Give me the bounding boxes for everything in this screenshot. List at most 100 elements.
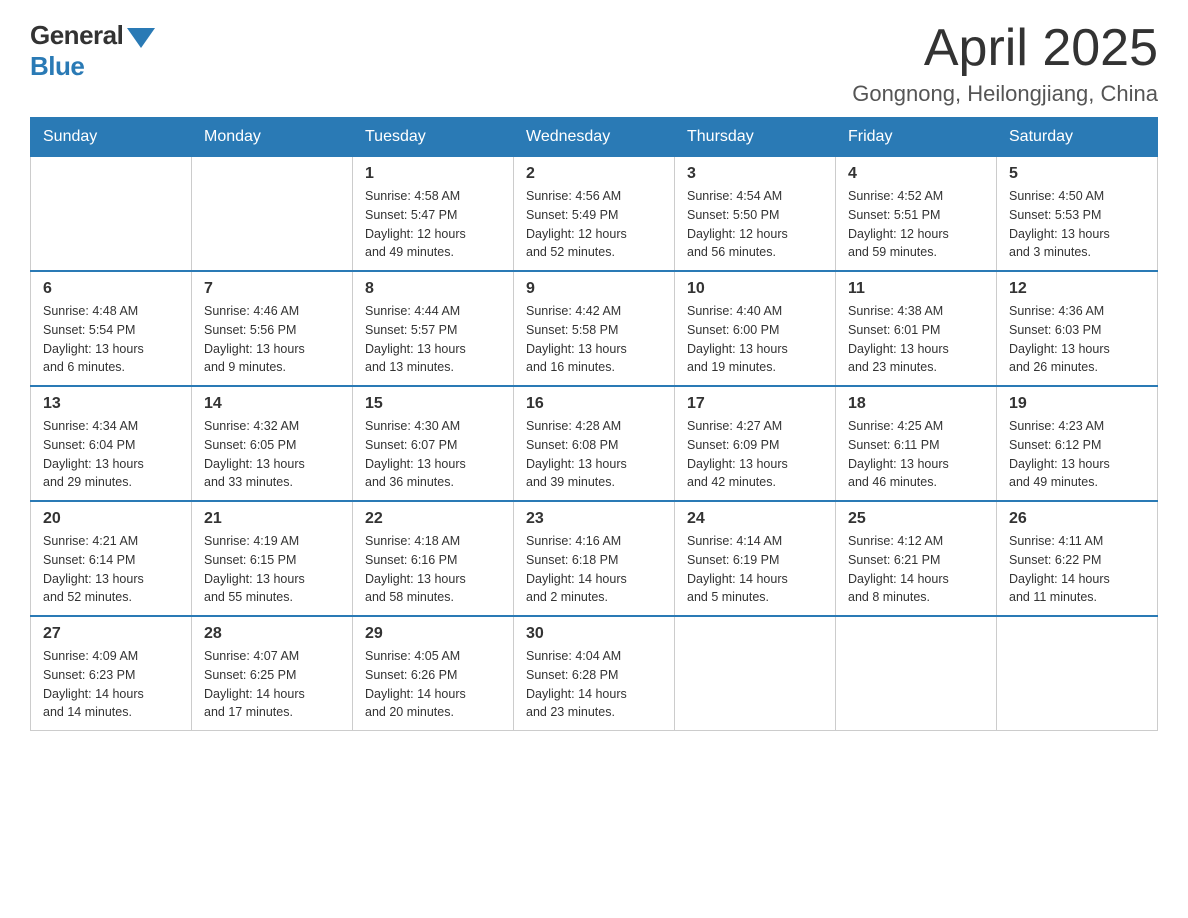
calendar-cell: 24 Sunrise: 4:14 AM Sunset: 6:19 PM Dayli… bbox=[675, 501, 836, 616]
calendar-header-sunday: Sunday bbox=[31, 118, 192, 157]
week-row-2: 6 Sunrise: 4:48 AM Sunset: 5:54 PM Daylig… bbox=[31, 271, 1158, 386]
week-row-4: 20 Sunrise: 4:21 AM Sunset: 6:14 PM Dayli… bbox=[31, 501, 1158, 616]
day-info: Sunrise: 4:28 AM Sunset: 6:08 PM Dayligh… bbox=[526, 417, 662, 492]
day-number: 9 bbox=[526, 280, 662, 298]
calendar-header-wednesday: Wednesday bbox=[514, 118, 675, 157]
day-info: Sunrise: 4:11 AM Sunset: 6:22 PM Dayligh… bbox=[1009, 532, 1145, 607]
day-number: 1 bbox=[365, 165, 501, 183]
day-number: 27 bbox=[43, 625, 179, 643]
calendar-cell: 23Sunrise: 4:16 AM Sunset: 6:18 PM Dayli… bbox=[514, 501, 675, 616]
day-info: Sunrise: 4:46 AM Sunset: 5:56 PM Dayligh… bbox=[204, 302, 340, 377]
day-info: Sunrise: 4:44 AM Sunset: 5:57 PM Dayligh… bbox=[365, 302, 501, 377]
day-number: 29 bbox=[365, 625, 501, 643]
day-info: Sunrise: 4:18 AM Sunset: 6:16 PM Dayligh… bbox=[365, 532, 501, 607]
day-info: Sunrise: 4:16 AM Sunset: 6:18 PM Dayligh… bbox=[526, 532, 662, 607]
day-info: Sunrise: 4:36 AM Sunset: 6:03 PM Dayligh… bbox=[1009, 302, 1145, 377]
day-number: 20 bbox=[43, 510, 179, 528]
day-info: Sunrise: 4:32 AM Sunset: 6:05 PM Dayligh… bbox=[204, 417, 340, 492]
day-number: 16 bbox=[526, 395, 662, 413]
day-info: Sunrise: 4:56 AM Sunset: 5:49 PM Dayligh… bbox=[526, 187, 662, 262]
calendar-cell: 12 Sunrise: 4:36 AM Sunset: 6:03 PM Dayli… bbox=[997, 271, 1158, 386]
day-number: 7 bbox=[204, 280, 340, 298]
day-info: Sunrise: 4:07 AM Sunset: 6:25 PM Dayligh… bbox=[204, 647, 340, 722]
day-number: 14 bbox=[204, 395, 340, 413]
day-number: 3 bbox=[687, 165, 823, 183]
calendar-cell bbox=[675, 616, 836, 731]
day-info: Sunrise: 4:48 AM Sunset: 5:54 PM Dayligh… bbox=[43, 302, 179, 377]
day-info: Sunrise: 4:52 AM Sunset: 5:51 PM Dayligh… bbox=[848, 187, 984, 262]
calendar-header-saturday: Saturday bbox=[997, 118, 1158, 157]
calendar-header-thursday: Thursday bbox=[675, 118, 836, 157]
calendar-cell: 18 Sunrise: 4:25 AM Sunset: 6:11 PM Dayli… bbox=[836, 386, 997, 501]
day-number: 22 bbox=[365, 510, 501, 528]
day-number: 2 bbox=[526, 165, 662, 183]
calendar-cell: 3 Sunrise: 4:54 AM Sunset: 5:50 PM Daylig… bbox=[675, 157, 836, 272]
day-number: 19 bbox=[1009, 395, 1145, 413]
calendar-cell: 13Sunrise: 4:34 AM Sunset: 6:04 PM Dayli… bbox=[31, 386, 192, 501]
day-info: Sunrise: 4:54 AM Sunset: 5:50 PM Dayligh… bbox=[687, 187, 823, 262]
calendar-cell: 4 Sunrise: 4:52 AM Sunset: 5:51 PM Daylig… bbox=[836, 157, 997, 272]
calendar-cell: 28 Sunrise: 4:07 AM Sunset: 6:25 PM Dayli… bbox=[192, 616, 353, 731]
calendar-table: SundayMondayTuesdayWednesdayThursdayFrid… bbox=[30, 117, 1158, 731]
day-info: Sunrise: 4:05 AM Sunset: 6:26 PM Dayligh… bbox=[365, 647, 501, 722]
logo-blue-text: Blue bbox=[30, 51, 84, 82]
day-info: Sunrise: 4:42 AM Sunset: 5:58 PM Dayligh… bbox=[526, 302, 662, 377]
day-number: 26 bbox=[1009, 510, 1145, 528]
calendar-header-monday: Monday bbox=[192, 118, 353, 157]
calendar-cell bbox=[31, 157, 192, 272]
day-number: 5 bbox=[1009, 165, 1145, 183]
day-info: Sunrise: 4:25 AM Sunset: 6:11 PM Dayligh… bbox=[848, 417, 984, 492]
week-row-1: 1Sunrise: 4:58 AM Sunset: 5:47 PM Daylig… bbox=[31, 157, 1158, 272]
calendar-cell: 27Sunrise: 4:09 AM Sunset: 6:23 PM Dayli… bbox=[31, 616, 192, 731]
day-info: Sunrise: 4:12 AM Sunset: 6:21 PM Dayligh… bbox=[848, 532, 984, 607]
day-number: 11 bbox=[848, 280, 984, 298]
day-number: 17 bbox=[687, 395, 823, 413]
calendar-cell: 26 Sunrise: 4:11 AM Sunset: 6:22 PM Dayli… bbox=[997, 501, 1158, 616]
day-info: Sunrise: 4:19 AM Sunset: 6:15 PM Dayligh… bbox=[204, 532, 340, 607]
calendar-cell: 7 Sunrise: 4:46 AM Sunset: 5:56 PM Daylig… bbox=[192, 271, 353, 386]
calendar-cell: 2 Sunrise: 4:56 AM Sunset: 5:49 PM Daylig… bbox=[514, 157, 675, 272]
calendar-cell: 29 Sunrise: 4:05 AM Sunset: 6:26 PM Dayli… bbox=[353, 616, 514, 731]
day-number: 12 bbox=[1009, 280, 1145, 298]
day-info: Sunrise: 4:14 AM Sunset: 6:19 PM Dayligh… bbox=[687, 532, 823, 607]
calendar-cell bbox=[192, 157, 353, 272]
calendar-cell: 9 Sunrise: 4:42 AM Sunset: 5:58 PM Daylig… bbox=[514, 271, 675, 386]
day-number: 4 bbox=[848, 165, 984, 183]
calendar-cell: 22 Sunrise: 4:18 AM Sunset: 6:16 PM Dayli… bbox=[353, 501, 514, 616]
day-info: Sunrise: 4:04 AM Sunset: 6:28 PM Dayligh… bbox=[526, 647, 662, 722]
day-number: 28 bbox=[204, 625, 340, 643]
calendar-cell: 14 Sunrise: 4:32 AM Sunset: 6:05 PM Dayli… bbox=[192, 386, 353, 501]
calendar-cell: 17 Sunrise: 4:27 AM Sunset: 6:09 PM Dayli… bbox=[675, 386, 836, 501]
calendar-cell: 5 Sunrise: 4:50 AM Sunset: 5:53 PM Daylig… bbox=[997, 157, 1158, 272]
calendar-header-friday: Friday bbox=[836, 118, 997, 157]
day-info: Sunrise: 4:50 AM Sunset: 5:53 PM Dayligh… bbox=[1009, 187, 1145, 262]
day-info: Sunrise: 4:27 AM Sunset: 6:09 PM Dayligh… bbox=[687, 417, 823, 492]
calendar-cell: 6 Sunrise: 4:48 AM Sunset: 5:54 PM Daylig… bbox=[31, 271, 192, 386]
calendar-cell: 15Sunrise: 4:30 AM Sunset: 6:07 PM Dayli… bbox=[353, 386, 514, 501]
day-number: 24 bbox=[687, 510, 823, 528]
calendar-cell: 20 Sunrise: 4:21 AM Sunset: 6:14 PM Dayli… bbox=[31, 501, 192, 616]
calendar-header-row: SundayMondayTuesdayWednesdayThursdayFrid… bbox=[31, 118, 1158, 157]
calendar-cell: 11Sunrise: 4:38 AM Sunset: 6:01 PM Dayli… bbox=[836, 271, 997, 386]
day-number: 18 bbox=[848, 395, 984, 413]
week-row-3: 13Sunrise: 4:34 AM Sunset: 6:04 PM Dayli… bbox=[31, 386, 1158, 501]
day-number: 25 bbox=[848, 510, 984, 528]
day-info: Sunrise: 4:21 AM Sunset: 6:14 PM Dayligh… bbox=[43, 532, 179, 607]
calendar-cell bbox=[997, 616, 1158, 731]
location-title: Gongnong, Heilongjiang, China bbox=[852, 81, 1158, 107]
title-section: April 2025 Gongnong, Heilongjiang, China bbox=[852, 20, 1158, 107]
day-number: 6 bbox=[43, 280, 179, 298]
calendar-cell: 10 Sunrise: 4:40 AM Sunset: 6:00 PM Dayli… bbox=[675, 271, 836, 386]
calendar-cell: 25 Sunrise: 4:12 AM Sunset: 6:21 PM Dayli… bbox=[836, 501, 997, 616]
day-info: Sunrise: 4:40 AM Sunset: 6:00 PM Dayligh… bbox=[687, 302, 823, 377]
calendar-cell: 19 Sunrise: 4:23 AM Sunset: 6:12 PM Dayli… bbox=[997, 386, 1158, 501]
calendar-cell: 30Sunrise: 4:04 AM Sunset: 6:28 PM Dayli… bbox=[514, 616, 675, 731]
calendar-header-tuesday: Tuesday bbox=[353, 118, 514, 157]
page-header: General Blue April 2025 Gongnong, Heilon… bbox=[30, 20, 1158, 107]
day-number: 10 bbox=[687, 280, 823, 298]
calendar-cell: 16 Sunrise: 4:28 AM Sunset: 6:08 PM Dayli… bbox=[514, 386, 675, 501]
week-row-5: 27Sunrise: 4:09 AM Sunset: 6:23 PM Dayli… bbox=[31, 616, 1158, 731]
day-info: Sunrise: 4:23 AM Sunset: 6:12 PM Dayligh… bbox=[1009, 417, 1145, 492]
calendar-cell bbox=[836, 616, 997, 731]
day-info: Sunrise: 4:30 AM Sunset: 6:07 PM Dayligh… bbox=[365, 417, 501, 492]
